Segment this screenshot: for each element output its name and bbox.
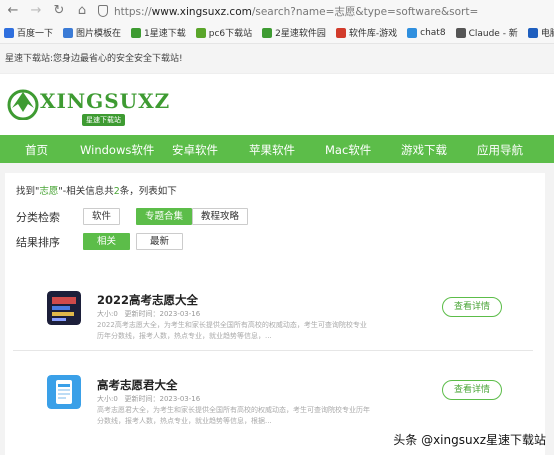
logo-text[interactable]: XINGSUXZ <box>40 89 170 113</box>
result-size: 大小:0 <box>97 395 118 403</box>
bookmark-item[interactable]: pc6下载站 <box>195 26 253 39</box>
url-host: www.xingsuxz.com <box>151 5 252 18</box>
bookmark-label: chat8 <box>420 27 446 38</box>
bookmark-label: 2星速软件园 <box>275 29 326 39</box>
bookmark-label: 软件库-游戏 <box>348 29 398 39</box>
url-field[interactable]: https://www.xingsuxz.com/search?name=志愿&… <box>98 2 478 20</box>
bookmarks-bar: 百度一下 图片模板在 1星速下载 pc6下载站 2星速软件园 软件库-游戏 chat8 Cla… <box>0 22 554 44</box>
bookmark-favicon-icon <box>407 27 418 38</box>
security-shield-icon[interactable] <box>98 5 108 17</box>
result-app-icon[interactable] <box>47 291 81 325</box>
view-details-button[interactable]: 查看详情 <box>442 380 502 400</box>
bookmark-favicon-icon <box>262 27 273 38</box>
logo-area: XINGSUXZ 星速下载站 <box>0 74 554 135</box>
sort-latest-chip[interactable]: 最新 <box>136 233 184 250</box>
watermark: 头条 @xingsuxz星速下载站 <box>393 433 546 447</box>
category-software-chip[interactable]: 软件 <box>83 208 121 225</box>
category-tutorials-chip[interactable]: 教程攻略 <box>192 208 249 225</box>
result-app-icon[interactable] <box>47 375 81 409</box>
main-nav: 首页 Windows软件 安卓软件 苹果软件 Mac软件 游戏下载 应用导航 <box>0 135 554 163</box>
nav-app-guide[interactable]: 应用导航 <box>477 142 523 158</box>
nav-mac[interactable]: Mac软件 <box>325 142 371 158</box>
bookmark-label: Claude - 新 <box>468 29 518 39</box>
bookmark-item[interactable]: 百度一下 <box>4 26 53 39</box>
bookmark-favicon-icon <box>335 27 346 38</box>
reload-icon[interactable]: ↻ <box>52 0 66 22</box>
url-text[interactable]: https://www.xingsuxz.com/search?name=志愿&… <box>114 4 478 19</box>
search-results-card: 找到"志愿"-相关信息共2条，列表如下 分类检索 软件 专题合集 教程攻略 结果… <box>5 173 545 455</box>
bookmark-label: 电脑软件大 <box>540 29 554 39</box>
result-meta: 大小:0 更新时间：2023-03-16 <box>97 309 200 319</box>
bookmark-item[interactable]: 1星速下载 <box>131 26 186 39</box>
nav-games[interactable]: 游戏下载 <box>401 142 447 158</box>
result-title[interactable]: 2022高考志愿大全 <box>97 292 198 308</box>
bookmark-item[interactable]: 电脑软件大 <box>527 26 554 39</box>
home-icon[interactable]: ⌂ <box>75 0 89 22</box>
bookmark-favicon-icon <box>131 27 142 38</box>
address-bar: ← → ↻ ⌂ https://www.xingsuxz.com/search?… <box>0 0 554 22</box>
view-details-button[interactable]: 查看详情 <box>442 297 502 317</box>
nav-android[interactable]: 安卓软件 <box>172 142 218 158</box>
summary-prefix: 找到" <box>16 186 40 197</box>
bookmark-favicon-icon <box>4 27 14 38</box>
bookmark-favicon-icon <box>527 27 538 38</box>
summary-suffix: 条，列表如下 <box>119 186 177 197</box>
result-size: 大小:0 <box>97 310 118 318</box>
main-content: 找到"志愿"-相关信息共2条，列表如下 分类检索 软件 专题合集 教程攻略 结果… <box>0 163 554 455</box>
forward-icon[interactable]: → <box>29 0 43 22</box>
logo-icon[interactable] <box>6 86 40 120</box>
result-date: 更新时间：2023-03-16 <box>124 310 201 318</box>
bookmark-favicon-icon <box>195 27 206 38</box>
sort-label: 结果排序 <box>16 236 60 249</box>
category-topics-chip[interactable]: 专题合集 <box>136 208 193 225</box>
nav-home[interactable]: 首页 <box>25 142 48 158</box>
bookmark-item[interactable]: 图片模板在 <box>63 26 121 39</box>
result-description: 高考志愿君大全，为考生和家长提供全国所有高校的权威动态，考生可查询院校专业历年分… <box>97 406 370 425</box>
summary-mid: "-相关信息共 <box>58 186 114 197</box>
nav-apple[interactable]: 苹果软件 <box>249 142 295 158</box>
url-path: /search?name=志愿&type=software&sort= <box>251 5 479 18</box>
bookmark-favicon-icon <box>63 27 74 38</box>
search-summary: 找到"志愿"-相关信息共2条，列表如下 <box>16 183 177 197</box>
bookmark-item[interactable]: 2星速软件园 <box>262 26 326 39</box>
sort-relevance-chip[interactable]: 相关 <box>83 233 131 250</box>
url-scheme: https:// <box>114 5 152 18</box>
result-date: 更新时间：2023-03-16 <box>124 395 201 403</box>
result-meta: 大小:0 更新时间：2023-03-16 <box>97 394 200 404</box>
bookmark-label: 百度一下 <box>17 29 54 39</box>
bookmark-item[interactable]: chat8 <box>407 27 446 38</box>
result-title[interactable]: 高考志愿君大全 <box>97 377 178 393</box>
bookmark-label: pc6下载站 <box>208 29 253 39</box>
search-keyword: 志愿 <box>39 186 59 197</box>
result-item: 2022高考志愿大全 大小:0 更新时间：2023-03-16 2022高考志愿… <box>13 265 536 351</box>
bookmark-label: 图片模板在 <box>76 29 122 39</box>
category-filter-label: 分类检索 <box>16 211 60 224</box>
bookmark-item[interactable]: Claude - 新 <box>455 26 518 39</box>
bookmark-item[interactable]: 软件库-游戏 <box>335 26 398 39</box>
result-description: 2022高考志愿大全，为考生和家长提供全国所有高校的权威动态，考生可查询院校专业… <box>97 321 367 340</box>
bookmark-favicon-icon <box>455 27 466 38</box>
nav-windows[interactable]: Windows软件 <box>80 142 154 158</box>
logo-subtitle: 星速下载站 <box>82 114 125 126</box>
back-icon[interactable]: ← <box>6 0 20 22</box>
bookmark-label: 1星速下载 <box>144 29 186 39</box>
site-notice: 星速下载站:您身边最省心的安全安全下载站! <box>0 44 554 74</box>
